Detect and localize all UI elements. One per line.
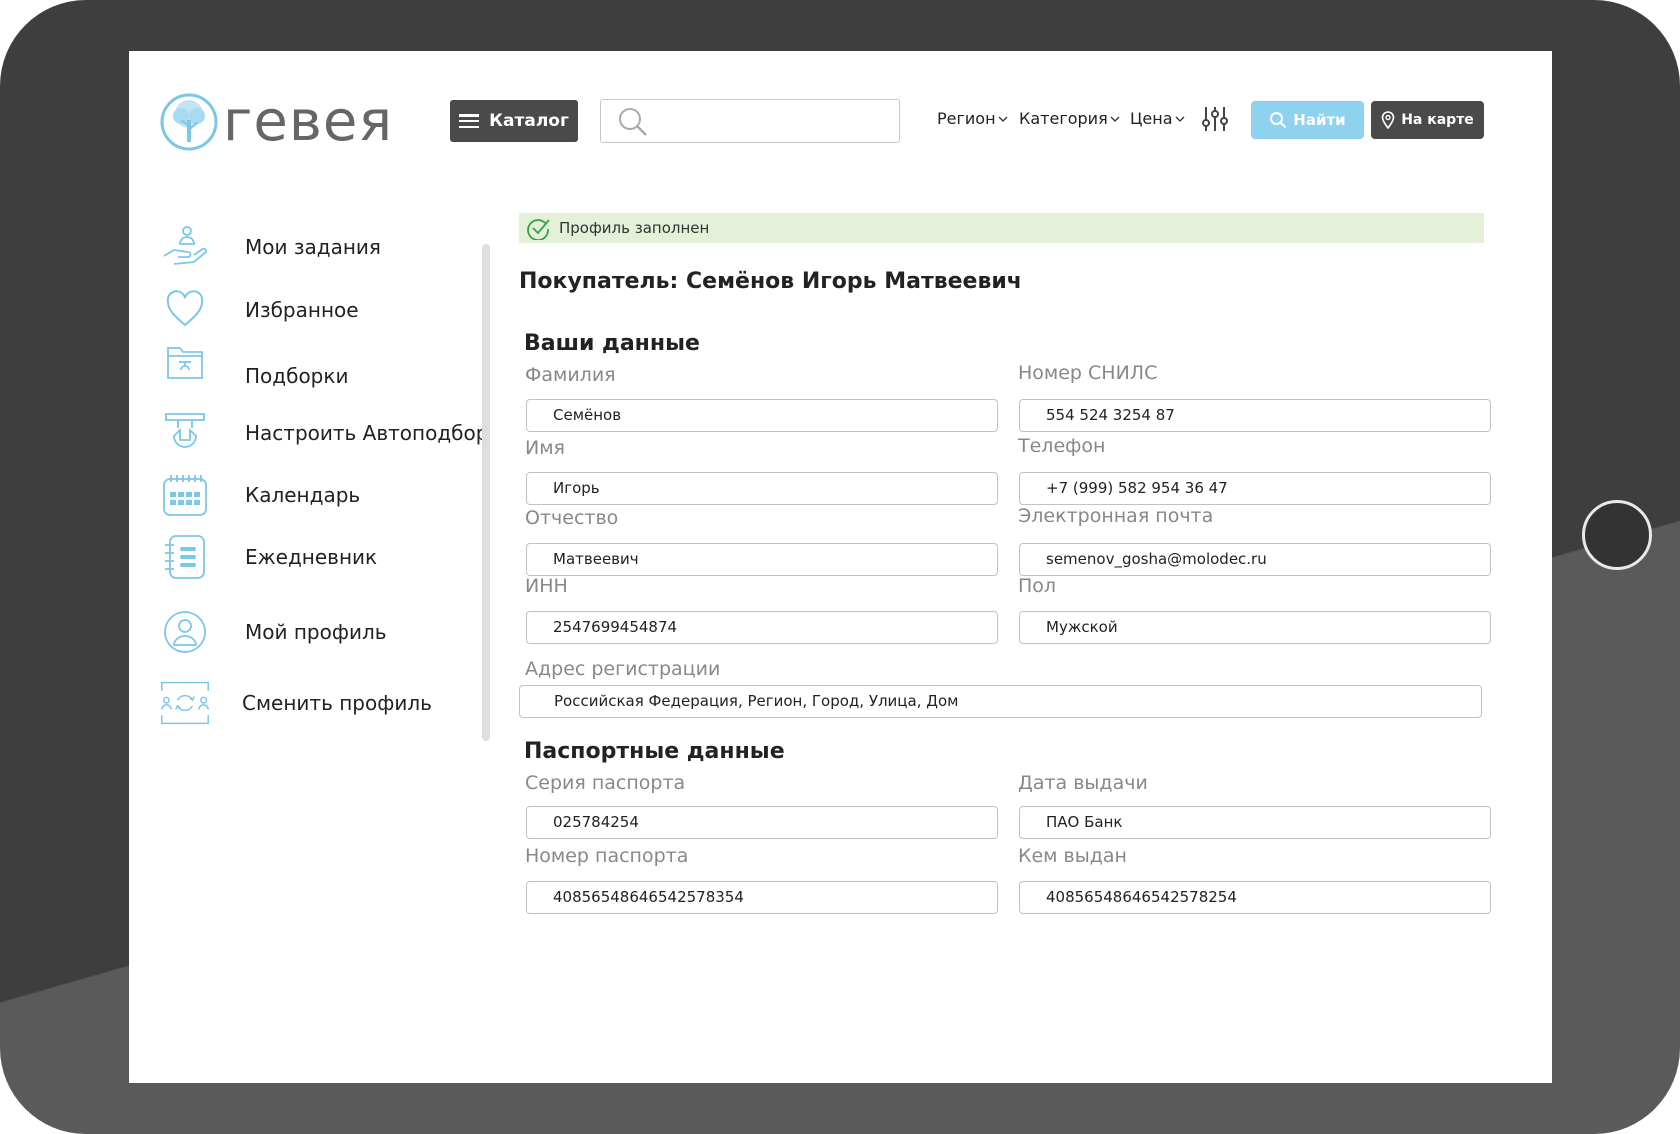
status-banner: Профиль заполнен — [519, 213, 1484, 243]
price-dropdown[interactable]: Цена — [1130, 109, 1185, 128]
sidebar-item-label: Избранное — [245, 298, 359, 322]
issued-by-field[interactable]: 40856548646542578254 — [1019, 881, 1491, 914]
map-pin-icon — [1381, 111, 1395, 129]
category-label: Категория — [1019, 109, 1108, 128]
sidebar-item-label: Настроить Автоподбор — [245, 421, 489, 445]
tablet-frame: гевея Каталог Регион Категория Цена Найт… — [0, 0, 1680, 1134]
sidebar-item-label: Мой профиль — [245, 620, 387, 644]
issue-date-label: Дата выдачи — [1018, 772, 1148, 794]
notebook-icon — [159, 531, 211, 583]
patronymic-field[interactable]: Матвеевич — [526, 543, 998, 576]
sidebar-item-collections[interactable]: Подборки — [159, 336, 348, 388]
calendar-icon — [159, 469, 211, 521]
user-icon — [159, 606, 211, 658]
chevron-down-icon — [1175, 116, 1184, 122]
sidebar-item-tasks[interactable]: Мои задания — [159, 221, 381, 273]
price-label: Цена — [1130, 109, 1173, 128]
issue-date-field[interactable]: ПАО Банк — [1019, 806, 1491, 839]
sidebar-item-label: Календарь — [245, 483, 361, 507]
section-title-personal: Ваши данные — [524, 331, 700, 356]
sidebar-scrollbar[interactable] — [482, 244, 490, 741]
gender-field[interactable]: Мужской — [1019, 611, 1491, 644]
phone-label: Телефон — [1018, 435, 1106, 457]
passport-series-field[interactable]: 025784254 — [526, 806, 998, 839]
sidebar-item-autoselect[interactable]: Настроить Автоподбор — [159, 407, 488, 459]
address-field[interactable]: Российская Федерация, Регион, Город, Ули… — [519, 685, 1482, 718]
search-input[interactable] — [657, 104, 887, 138]
map-button[interactable]: На карте — [1371, 101, 1484, 139]
search-icon — [1270, 112, 1287, 129]
find-button[interactable]: Найти — [1251, 101, 1364, 139]
gender-label: Пол — [1018, 575, 1057, 597]
snils-field[interactable]: 554 524 3254 87 — [1019, 399, 1491, 432]
surname-field[interactable]: Семёнов — [526, 399, 998, 432]
section-title-passport: Паспортные данные — [524, 739, 785, 764]
sidebar-item-planner[interactable]: Ежедневник — [159, 531, 377, 583]
sidebar-item-label: Подборки — [245, 364, 349, 388]
patronymic-label: Отчество — [525, 507, 619, 529]
tree-logo-icon — [160, 93, 218, 151]
sidebar-item-calendar[interactable]: Календарь — [159, 469, 360, 521]
sidebar-item-label: Ежедневник — [245, 545, 378, 569]
catalog-label: Каталог — [489, 111, 569, 131]
inn-label: ИНН — [525, 575, 568, 597]
surname-label: Фамилия — [525, 364, 616, 386]
heart-icon — [159, 284, 211, 336]
chevron-down-icon — [1110, 116, 1120, 122]
sidebar-item-label: Сменить профиль — [242, 691, 432, 715]
find-label: Найти — [1293, 111, 1346, 129]
name-label: Имя — [525, 437, 565, 459]
sidebar-item-label: Мои задания — [245, 235, 381, 259]
search-icon — [619, 108, 647, 136]
page-title: Покупатель: Семёнов Игорь Матвеевич — [519, 269, 1022, 294]
hand-task-icon — [159, 221, 211, 273]
category-dropdown[interactable]: Категория — [1019, 109, 1120, 128]
status-text: Профиль заполнен — [559, 219, 710, 237]
issued-by-label: Кем выдан — [1018, 845, 1127, 867]
catalog-button[interactable]: Каталог — [450, 100, 578, 142]
region-dropdown[interactable]: Регион — [937, 109, 1008, 128]
app-screen: гевея Каталог Регион Категория Цена Найт… — [129, 51, 1552, 1083]
region-label: Регион — [937, 109, 996, 128]
check-circle-icon — [527, 219, 550, 240]
brand-name: гевея — [223, 89, 394, 154]
address-label: Адрес регистрации — [525, 658, 721, 680]
sidebar-item-favorites[interactable]: Избранное — [159, 284, 359, 336]
filter-sliders-icon[interactable] — [1201, 105, 1229, 133]
switch-profile-icon — [159, 677, 211, 729]
inn-field[interactable]: 2547699454874 — [526, 611, 998, 644]
name-field[interactable]: Игорь — [526, 472, 998, 505]
autoselect-icon — [159, 407, 211, 459]
search-box[interactable] — [600, 99, 900, 143]
passport-number-field[interactable]: 40856548646542578354 — [526, 881, 998, 914]
email-field[interactable]: semenov_gosha@molodec.ru — [1019, 543, 1491, 576]
folder-icon — [159, 336, 211, 388]
sidebar-item-switch-profile[interactable]: Сменить профиль — [159, 677, 432, 729]
passport-series-label: Серия паспорта — [525, 772, 686, 794]
snils-label: Номер СНИЛС — [1018, 362, 1158, 384]
sidebar-item-profile[interactable]: Мой профиль — [159, 606, 387, 658]
map-label: На карте — [1401, 112, 1474, 128]
phone-field[interactable]: +7 (999) 582 954 36 47 — [1019, 472, 1491, 505]
passport-number-label: Номер паспорта — [525, 845, 689, 867]
chevron-down-icon — [998, 116, 1008, 122]
menu-icon — [459, 114, 480, 128]
logo[interactable]: гевея — [159, 87, 409, 157]
email-label: Электронная почта — [1018, 505, 1214, 527]
home-button[interactable] — [1582, 500, 1652, 570]
